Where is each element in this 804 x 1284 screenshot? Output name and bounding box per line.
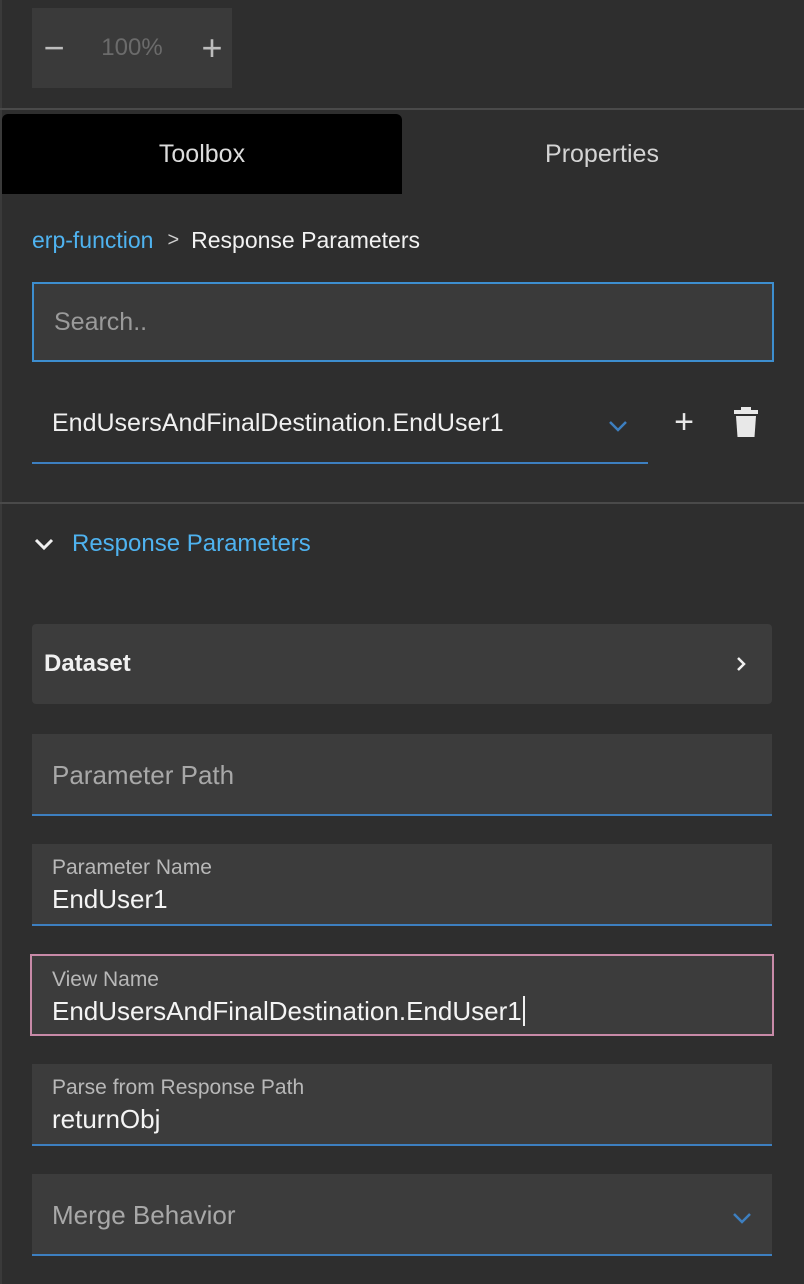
breadcrumb-separator: > [167, 228, 180, 251]
parse-path-label: Parse from Response Path [52, 1076, 305, 1099]
search-input[interactable] [32, 282, 774, 362]
divider [0, 108, 804, 110]
view-name-value: EndUsersAndFinalDestination.EndUser1 [52, 996, 522, 1026]
merge-behavior-placeholder: Merge Behavior [52, 1200, 236, 1230]
merge-behavior-select[interactable]: Merge Behavior [32, 1174, 772, 1256]
parse-path-value: returnObj [52, 1104, 161, 1134]
zoom-out-button[interactable]: − [34, 8, 74, 88]
parameter-path-placeholder: Parameter Path [52, 760, 235, 790]
parse-path-field[interactable]: Parse from Response Path returnObj [32, 1064, 772, 1146]
chevron-right-icon [737, 657, 746, 671]
chevron-down-icon [733, 1213, 751, 1224]
text-caret [522, 996, 525, 1026]
parameter-name-label: Parameter Name [52, 856, 212, 879]
breadcrumb: erp-function > Response Parameters [32, 222, 420, 258]
breadcrumb-current: Response Parameters [191, 226, 420, 253]
breadcrumb-link-root[interactable]: erp-function [32, 227, 153, 254]
zoom-in-button[interactable]: + [192, 8, 232, 88]
view-selector-value: EndUsersAndFinalDestination.EndUser1 [52, 408, 504, 437]
chevron-down-icon[interactable] [604, 412, 632, 440]
parameter-name-value: EndUser1 [52, 884, 168, 914]
dataset-item[interactable]: Dataset [32, 624, 772, 704]
view-name-label: View Name [52, 968, 159, 991]
zoom-level: 100% [101, 34, 163, 61]
section-title: Response Parameters [72, 530, 311, 557]
dataset-label: Dataset [44, 650, 131, 677]
section-response-parameters[interactable]: Response Parameters [32, 524, 311, 564]
zoom-control: − 100% + [32, 8, 232, 88]
view-name-field[interactable]: View Name EndUsersAndFinalDestination.En… [30, 954, 774, 1036]
view-selector[interactable]: EndUsersAndFinalDestination.EndUser1 [32, 384, 648, 464]
tab-toolbox[interactable]: Toolbox [2, 114, 402, 194]
view-name-value-wrap: EndUsersAndFinalDestination.EndUser1 [52, 996, 525, 1027]
trash-icon[interactable] [732, 406, 760, 438]
parameter-name-field[interactable]: Parameter Name EndUser1 [32, 844, 772, 926]
chevron-down-icon [34, 538, 54, 551]
tab-properties[interactable]: Properties [402, 114, 802, 194]
parameter-path-field[interactable]: Parameter Path [32, 734, 772, 816]
divider [0, 502, 804, 504]
add-button[interactable]: + [666, 402, 702, 442]
